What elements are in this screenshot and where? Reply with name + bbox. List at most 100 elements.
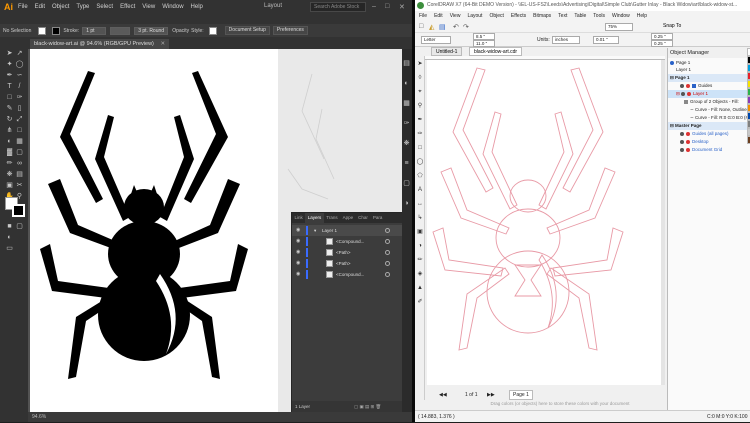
visibility-eye-icon[interactable]: ◉	[296, 258, 300, 269]
visibility-eye-icon[interactable]: ◉	[296, 247, 300, 258]
redo-icon[interactable]: ↷	[463, 23, 469, 31]
type-tool-icon[interactable]: T	[5, 82, 14, 91]
gradient-tool-icon[interactable]: ▢	[15, 148, 24, 157]
eyedropper-icon[interactable]: ✏	[416, 256, 424, 264]
tab-links[interactable]: Link	[292, 213, 305, 223]
print-icon[interactable]	[686, 131, 690, 136]
graph-tool-icon[interactable]: ▤	[15, 170, 24, 179]
free-transform-icon[interactable]: □	[15, 126, 24, 135]
ai-menu-view[interactable]: View	[142, 4, 155, 10]
tab-close-icon[interactable]: ✕	[160, 41, 165, 47]
om-curve-fill[interactable]: ∽ Curve - Fill: R:0 G:0 B:0 (#	[668, 114, 750, 122]
layer-target-icon[interactable]	[385, 228, 390, 233]
color-panel-icon[interactable]: ◐	[402, 79, 411, 88]
mesh-tool-icon[interactable]: ▓	[5, 148, 14, 157]
transparency-panel-icon[interactable]: ◑	[402, 199, 411, 208]
last-page-icon[interactable]: ▶▶	[487, 390, 495, 400]
perspective-grid-icon[interactable]: ▦	[15, 137, 24, 146]
swatches-panel-icon[interactable]: ▦	[402, 99, 411, 108]
freehand-tool-icon[interactable]: ✒	[416, 116, 424, 124]
magic-wand-icon[interactable]: ✦	[5, 60, 14, 69]
paintbrush-icon[interactable]: ✑	[15, 93, 24, 102]
cd-menu-bitmaps[interactable]: Bitmaps	[533, 13, 551, 19]
tab-character[interactable]: Char	[356, 213, 371, 223]
tab-appearance[interactable]: Appe	[340, 213, 356, 223]
om-master-page[interactable]: ⊟ Master Page	[668, 122, 750, 130]
cd-menu-layout[interactable]: Layout	[467, 13, 482, 19]
adobe-stock-search[interactable]: Search Adobe Stock	[310, 2, 366, 12]
eye-icon[interactable]	[680, 147, 684, 152]
om-page-1[interactable]: ⊟ Page 1	[668, 74, 750, 82]
eraser-icon[interactable]: ▯	[15, 104, 24, 113]
page-tab[interactable]: Page 1	[509, 390, 533, 400]
visibility-eye-icon[interactable]: ◉	[296, 236, 300, 247]
ellipse-tool-icon[interactable]: ◯	[416, 158, 424, 166]
stroke-color-box[interactable]	[12, 204, 25, 217]
om-group[interactable]: Group of 2 Objects - Fill:	[668, 98, 750, 106]
shape-tool-icon[interactable]: ◊	[416, 74, 424, 82]
eye-icon[interactable]	[681, 91, 686, 96]
new-document-icon[interactable]: □	[419, 23, 423, 30]
properties-panel-icon[interactable]: ▤	[402, 59, 411, 68]
close-icon[interactable]: ✕	[399, 3, 405, 11]
zoom-level-field[interactable]: 75%	[605, 23, 633, 31]
undo-icon[interactable]: ↶	[453, 23, 459, 31]
rectangle-tool-icon[interactable]: □	[5, 93, 14, 102]
paper-size-dropdown[interactable]: Letter	[421, 36, 451, 44]
units-dropdown[interactable]: inches	[552, 36, 580, 44]
lasso-icon[interactable]: ◯	[15, 60, 24, 69]
cd-menu-text[interactable]: Text	[558, 13, 567, 19]
cd-menu-help[interactable]: Help	[637, 13, 647, 19]
blend-tool-icon[interactable]: ∞	[15, 159, 24, 168]
crop-tool-icon[interactable]: ⌖	[416, 88, 424, 96]
draw-mode-icon[interactable]: ◐	[5, 233, 14, 242]
duplicate-distance-y[interactable]: 0.25 "	[651, 40, 673, 47]
screen-mode-icon[interactable]: ▭	[5, 244, 14, 253]
visibility-eye-icon[interactable]: ◉	[296, 225, 300, 236]
layer-expand-icon[interactable]: ▾	[314, 225, 316, 236]
cd-menu-tools[interactable]: Tools	[593, 13, 605, 19]
om-guides-all[interactable]: Guides (all pages)	[668, 130, 750, 138]
zoom-tool-icon[interactable]: ⚲	[416, 102, 424, 110]
artboard-tool-icon[interactable]: ▣	[5, 181, 14, 190]
transparency-tool-icon[interactable]: ◑	[416, 242, 424, 250]
document-tab[interactable]: black-widow-art.ai @ 94.6% (RGB/GPU Prev…	[30, 39, 170, 49]
layer-row[interactable]: ◉ <Path>	[292, 258, 404, 269]
eye-icon[interactable]	[680, 139, 684, 144]
variable-width-dropdown[interactable]	[110, 26, 131, 35]
stroke-weight-field[interactable]: 1 pt	[82, 26, 107, 35]
vertical-scrollbar[interactable]	[661, 60, 665, 385]
width-tool-icon[interactable]: ⋔	[5, 126, 14, 135]
gradient-mode-icon[interactable]: ▢	[15, 222, 24, 231]
ai-menu-file[interactable]: File	[18, 4, 28, 10]
om-desktop[interactable]: Desktop	[668, 138, 750, 146]
layer-target-icon[interactable]	[385, 261, 390, 266]
eye-icon[interactable]	[680, 131, 684, 136]
layer-row[interactable]: ◉ <Path>	[292, 247, 404, 258]
layer-row[interactable]: ◉ <Compound...	[292, 236, 404, 247]
shape-builder-icon[interactable]: ◐	[5, 137, 14, 146]
duplicate-distance-x[interactable]: 0.25 "	[651, 33, 673, 40]
cd-menu-view[interactable]: View	[450, 13, 461, 19]
preferences-button[interactable]: Preferences	[272, 26, 308, 35]
print-icon[interactable]	[686, 147, 690, 152]
layer-row[interactable]: ◉ <Compound...	[292, 269, 404, 280]
gradient-panel-icon[interactable]: ▢	[402, 179, 411, 188]
om-layer-1[interactable]: ⊟ Layer 1	[668, 90, 750, 98]
text-tool-icon[interactable]: A	[416, 186, 424, 194]
slice-tool-icon[interactable]: ✂	[15, 181, 24, 190]
cd-menu-effects[interactable]: Effects	[511, 13, 526, 19]
outline-pen-icon[interactable]: ✐	[416, 298, 424, 306]
cd-menu-file[interactable]: File	[419, 13, 427, 19]
maximize-icon[interactable]: □	[385, 3, 389, 10]
cd-menu-edit[interactable]: Edit	[434, 13, 443, 19]
connector-tool-icon[interactable]: ↳	[416, 214, 424, 222]
page-height-field[interactable]: 11.0 "	[473, 40, 495, 47]
tab-transform[interactable]: Trans	[324, 213, 340, 223]
scale-tool-icon[interactable]: ⤢	[15, 115, 24, 124]
ai-menu-type[interactable]: Type	[76, 4, 89, 10]
ai-menu-select[interactable]: Select	[96, 4, 113, 10]
document-setup-button[interactable]: Document Setup	[224, 26, 270, 35]
selection-tool-icon[interactable]: ➤	[5, 49, 14, 58]
om-curve-outline[interactable]: ∽ Curve - Fill: None, Outline	[668, 106, 750, 114]
